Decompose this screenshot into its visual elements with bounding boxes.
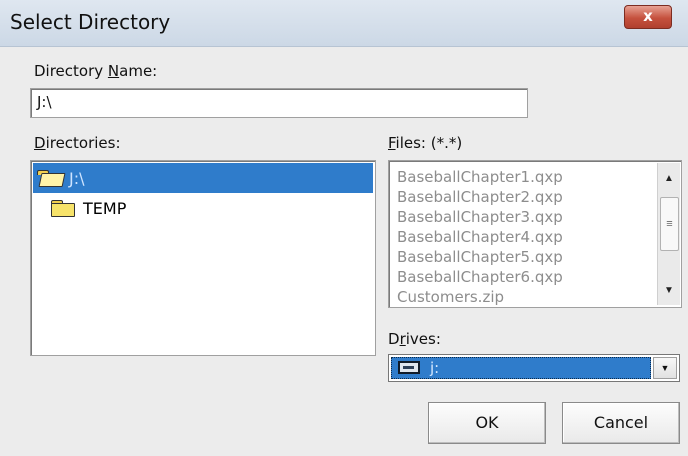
directory-item-root[interactable]: J:\	[33, 163, 373, 193]
ok-button[interactable]: OK	[428, 402, 546, 444]
drives-dropdown[interactable]: j: ▼	[388, 354, 680, 382]
drive-value: j:	[430, 359, 440, 377]
cancel-button[interactable]: Cancel	[562, 402, 680, 444]
directory-name-label: Directory Name:	[34, 62, 158, 80]
file-item: Customers.zip	[397, 288, 505, 306]
drive-icon	[398, 361, 420, 374]
file-item: BaseballChapter5.qxp	[397, 248, 563, 266]
files-label: Files: (*.*)	[388, 134, 463, 152]
scroll-thumb[interactable]: ≡	[660, 197, 679, 251]
file-item: BaseballChapter2.qxp	[397, 188, 563, 206]
select-directory-dialog: Select Directory x Directory Name: J:\ D…	[0, 0, 688, 456]
drives-label: Drives:	[388, 330, 441, 348]
folder-icon	[51, 200, 75, 217]
drive-selection: j:	[391, 357, 651, 379]
dialog-title: Select Directory	[10, 10, 171, 34]
file-item: BaseballChapter3.qxp	[397, 208, 563, 226]
folder-open-icon	[37, 170, 66, 187]
directory-item-temp[interactable]: TEMP	[51, 193, 126, 223]
close-icon: x	[643, 7, 653, 25]
scroll-down-icon[interactable]: ▼	[658, 281, 680, 301]
file-item: BaseballChapter1.qxp	[397, 168, 563, 186]
directories-list[interactable]: J:\ TEMP	[30, 160, 376, 356]
files-list[interactable]: BaseballChapter1.qxp BaseballChapter2.qx…	[388, 160, 682, 308]
scroll-up-icon[interactable]: ▲	[658, 169, 680, 189]
directories-label: Directories:	[34, 134, 121, 152]
directory-name-input[interactable]: J:\	[30, 88, 528, 118]
file-item: BaseballChapter6.qxp	[397, 268, 563, 286]
title-bar[interactable]: Select Directory x	[0, 0, 688, 47]
files-scrollbar[interactable]: ▲ ≡ ▼	[657, 163, 680, 305]
file-item: BaseballChapter4.qxp	[397, 228, 563, 246]
chevron-down-icon[interactable]: ▼	[653, 357, 677, 379]
close-button[interactable]: x	[624, 5, 672, 29]
